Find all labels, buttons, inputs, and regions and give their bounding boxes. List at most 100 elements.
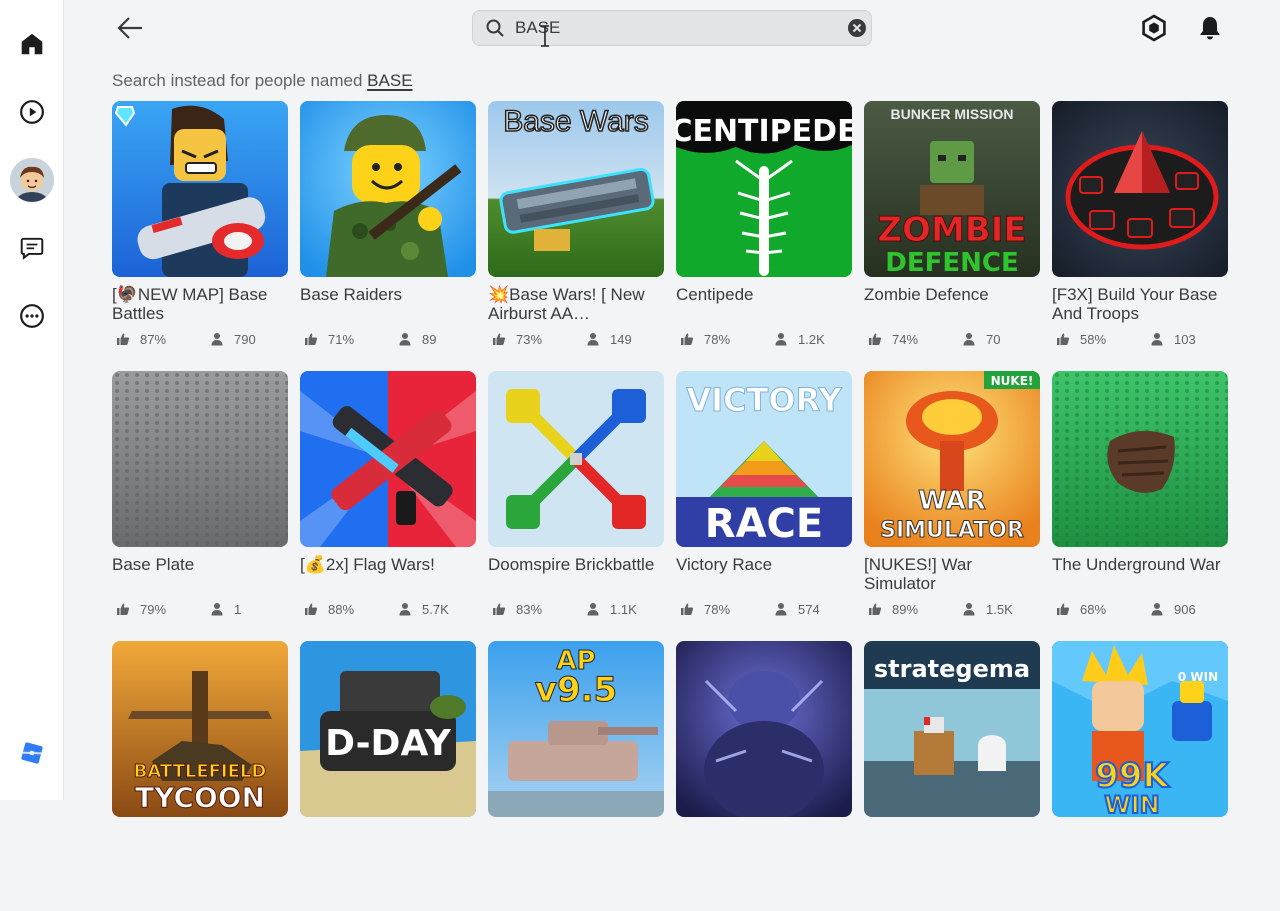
rating: 89% bbox=[868, 602, 962, 617]
arrow-left-icon bbox=[117, 17, 142, 39]
game-grid: [🦃NEW MAP] Base Battles 87% 790 Base Rai… bbox=[112, 101, 1232, 911]
player-count: 906 bbox=[1150, 602, 1196, 617]
person-icon bbox=[775, 603, 787, 616]
game-thumbnail bbox=[112, 371, 288, 547]
game-thumbnail: BATTLEFIELD TYCOON bbox=[112, 641, 288, 817]
game-card[interactable]: Base Wars 💥Base Wars! [ New Airburst AA…… bbox=[488, 101, 664, 371]
home-icon[interactable] bbox=[16, 28, 48, 60]
clear-search-button[interactable] bbox=[848, 19, 866, 37]
player-count: 1.2K bbox=[774, 332, 825, 347]
game-card[interactable]: strategema bbox=[864, 641, 1040, 911]
game-thumbnail bbox=[300, 101, 476, 277]
person-icon bbox=[1151, 603, 1163, 616]
game-stats: 71% 89 bbox=[300, 330, 476, 348]
game-thumbnail: VICTORY RACE bbox=[676, 371, 852, 547]
person-icon bbox=[775, 333, 787, 346]
game-stats: 68% 906 bbox=[1052, 600, 1228, 618]
game-thumbnail: CENTIPEDE bbox=[676, 101, 852, 277]
game-card[interactable]: VICTORY RACE Victory Race 78% 574 bbox=[676, 371, 852, 641]
game-card[interactable]: BATTLEFIELD TYCOON bbox=[112, 641, 288, 911]
thumbs-up-icon bbox=[681, 603, 694, 615]
thumb-text: ZOMBIE bbox=[877, 210, 1026, 250]
discover-icon[interactable] bbox=[16, 96, 48, 128]
game-card[interactable]: CENTIPEDE Centipede 78% 1.2K bbox=[676, 101, 852, 371]
game-thumbnail bbox=[1052, 371, 1228, 547]
game-card[interactable]: NUKE! WAR SIMULATOR [NUKES!] War Simulat… bbox=[864, 371, 1040, 641]
game-card[interactable]: Base Raiders 71% 89 bbox=[300, 101, 476, 371]
game-thumbnail: AP v9.5 bbox=[488, 641, 664, 817]
thumb-text: SIMULATOR bbox=[880, 518, 1024, 543]
game-card[interactable] bbox=[676, 641, 852, 911]
game-stats: 73% 149 bbox=[488, 330, 664, 348]
notifications-button[interactable] bbox=[1194, 12, 1226, 44]
game-thumbnail bbox=[300, 371, 476, 547]
game-stats: 83% 1.1K bbox=[488, 600, 664, 618]
thumb-text: strategema bbox=[874, 655, 1030, 683]
more-icon[interactable] bbox=[16, 300, 48, 332]
thumbs-up-icon bbox=[1057, 603, 1070, 615]
thumbs-up-icon bbox=[1057, 333, 1070, 345]
rating: 88% bbox=[304, 602, 398, 617]
text-cursor-icon bbox=[541, 25, 549, 47]
thumb-text: 0 WIN bbox=[1178, 670, 1218, 684]
search-bar bbox=[472, 10, 872, 46]
game-title: Victory Race bbox=[676, 555, 773, 574]
thumbs-up-icon bbox=[869, 333, 882, 345]
game-thumbnail bbox=[488, 371, 664, 547]
game-stats: 88% 5.7K bbox=[300, 600, 476, 618]
game-title: 💥Base Wars! [ New Airburst AA… bbox=[488, 285, 645, 323]
game-stats: 74% 70 bbox=[864, 330, 1040, 348]
robux-button[interactable] bbox=[1138, 12, 1170, 44]
player-count: 70 bbox=[962, 332, 1000, 347]
thumb-text: CENTIPEDE bbox=[676, 114, 852, 149]
game-title: Zombie Defence bbox=[864, 285, 989, 304]
game-card[interactable]: Doomspire Brickbattle 83% 1.1K bbox=[488, 371, 664, 641]
search-icon bbox=[486, 19, 504, 37]
chat-icon[interactable] bbox=[16, 232, 48, 264]
rating: 68% bbox=[1056, 602, 1150, 617]
person-icon bbox=[963, 333, 975, 346]
thumb-text: TYCOON bbox=[135, 781, 265, 814]
game-thumbnail: BUNKER MISSION ZOMBIE DEFENCE bbox=[864, 101, 1040, 277]
game-title: Doomspire Brickbattle bbox=[488, 555, 655, 574]
person-icon bbox=[211, 333, 223, 346]
people-search-link[interactable]: BASE bbox=[367, 71, 412, 90]
game-card[interactable]: D-DAY bbox=[300, 641, 476, 911]
suggestion-prefix: Search instead for people named bbox=[112, 71, 368, 90]
game-thumbnail: NUKE! WAR SIMULATOR bbox=[864, 371, 1040, 547]
player-count: 149 bbox=[586, 332, 632, 347]
game-title: Base Raiders bbox=[300, 285, 403, 304]
person-icon bbox=[587, 333, 599, 346]
thumbs-up-icon bbox=[681, 333, 694, 345]
person-icon bbox=[587, 603, 599, 616]
player-count: 5.7K bbox=[398, 602, 449, 617]
back-button[interactable] bbox=[112, 10, 148, 46]
sidebar bbox=[0, 0, 64, 800]
rating: 73% bbox=[492, 332, 586, 347]
game-card[interactable]: [💰2x] Flag Wars! 88% 5.7K bbox=[300, 371, 476, 641]
game-card[interactable]: The Underground War 68% 906 bbox=[1052, 371, 1228, 641]
game-card[interactable]: Base Plate 79% 1 bbox=[112, 371, 288, 641]
game-card[interactable]: [F3X] Build Your Base And Troops 58% 103 bbox=[1052, 101, 1228, 371]
rating: 87% bbox=[116, 332, 210, 347]
game-card[interactable]: 0 WIN 99K WIN bbox=[1052, 641, 1228, 911]
game-title: The Underground War bbox=[1052, 555, 1221, 574]
player-count: 790 bbox=[210, 332, 256, 347]
rating: 71% bbox=[304, 332, 398, 347]
search-input[interactable] bbox=[505, 11, 848, 45]
thumb-text: BATTLEFIELD bbox=[134, 761, 267, 782]
thumb-text: Base Wars bbox=[503, 105, 649, 138]
game-card[interactable]: AP v9.5 bbox=[488, 641, 664, 911]
avatar[interactable] bbox=[10, 158, 54, 202]
game-stats: 87% 790 bbox=[112, 330, 288, 348]
game-title: [F3X] Build Your Base And Troops bbox=[1052, 285, 1218, 323]
rating: 79% bbox=[116, 602, 210, 617]
game-thumbnail bbox=[676, 641, 852, 817]
roblox-logo-icon[interactable] bbox=[20, 741, 44, 765]
robux-icon bbox=[1142, 14, 1166, 42]
game-card[interactable]: BUNKER MISSION ZOMBIE DEFENCE Zombie Def… bbox=[864, 101, 1040, 371]
person-icon bbox=[1151, 333, 1163, 346]
game-stats: 58% 103 bbox=[1052, 330, 1228, 348]
game-card[interactable]: [🦃NEW MAP] Base Battles 87% 790 bbox=[112, 101, 288, 371]
thumbs-up-icon bbox=[117, 333, 130, 345]
